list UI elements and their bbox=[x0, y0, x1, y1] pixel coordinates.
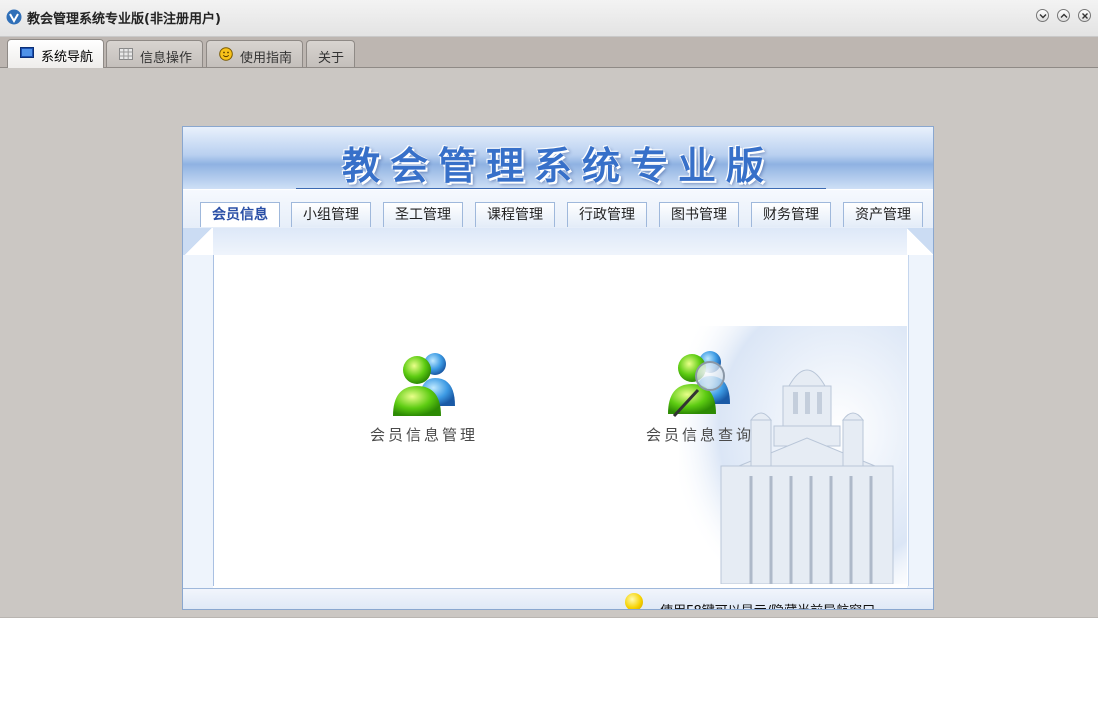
chevron-down-icon bbox=[1039, 14, 1047, 19]
close-icon bbox=[1082, 13, 1088, 19]
frame-side-right bbox=[907, 255, 933, 588]
module-nav: 会员信息 小组管理 圣工管理 课程管理 行政管理 图书管理 财务管理 资产管理 bbox=[183, 190, 933, 228]
nav-admin-mgmt[interactable]: 行政管理 bbox=[567, 202, 647, 227]
banner-divider bbox=[296, 188, 826, 189]
monitor-icon bbox=[20, 47, 34, 58]
app-window: 教会管理系统专业版(非注册用户) 系统导航 信息操作 使用指南 关于 教会管理系… bbox=[0, 0, 1098, 618]
nav-finance-mgmt[interactable]: 财务管理 bbox=[751, 202, 831, 227]
smiley-icon bbox=[219, 47, 233, 61]
chevron-up-icon bbox=[1060, 13, 1068, 18]
tab-about[interactable]: 关于 bbox=[306, 40, 355, 67]
tip-text: 使用F8键可以显示/隐藏当前导航窗口 bbox=[660, 600, 875, 609]
tab-info-ops[interactable]: 信息操作 bbox=[106, 40, 203, 67]
nav-group-mgmt[interactable]: 小组管理 bbox=[291, 202, 371, 227]
app-logo-icon bbox=[6, 9, 22, 25]
member-info-query-button[interactable]: 会员信息查询 bbox=[645, 346, 755, 445]
feature-label: 会员信息查询 bbox=[645, 426, 754, 444]
banner: 教会管理系统专业版 bbox=[183, 127, 933, 189]
maximize-button[interactable] bbox=[1057, 9, 1070, 22]
members-icon bbox=[393, 353, 455, 416]
main-tab-strip: 系统导航 信息操作 使用指南 关于 bbox=[0, 37, 1098, 69]
grid-icon bbox=[119, 48, 133, 60]
title-bar: 教会管理系统专业版(非注册用户) bbox=[0, 0, 1098, 37]
lightbulb-icon bbox=[625, 593, 643, 609]
nav-ministry-mgmt[interactable]: 圣工管理 bbox=[383, 202, 463, 227]
tab-label: 信息操作 bbox=[140, 51, 193, 66]
tab-system-nav[interactable]: 系统导航 bbox=[7, 39, 104, 69]
minimize-button[interactable] bbox=[1036, 9, 1049, 22]
navigation-panel: 教会管理系统专业版 会员信息 小组管理 圣工管理 课程管理 行政管理 图书管理 … bbox=[182, 126, 934, 610]
tab-label: 使用指南 bbox=[240, 51, 293, 66]
tab-label: 关于 bbox=[318, 51, 345, 66]
nav-course-mgmt[interactable]: 课程管理 bbox=[475, 202, 555, 227]
tab-user-guide[interactable]: 使用指南 bbox=[206, 40, 303, 67]
frame-corner-right bbox=[907, 228, 933, 255]
app-title: 教会管理系统专业版 bbox=[341, 144, 774, 188]
members-search-icon bbox=[668, 351, 730, 418]
tip-bar: 使用F8键可以显示/隐藏当前导航窗口 bbox=[183, 588, 933, 609]
nav-member-info[interactable]: 会员信息 bbox=[200, 202, 280, 227]
close-button[interactable] bbox=[1078, 9, 1091, 22]
nav-asset-mgmt[interactable]: 资产管理 bbox=[843, 202, 923, 227]
window-title: 教会管理系统专业版(非注册用户) bbox=[27, 12, 221, 27]
tab-label: 系统导航 bbox=[41, 50, 94, 65]
frame-side-left bbox=[183, 255, 213, 588]
module-content: 会员信息管理 会员信息查询 bbox=[183, 228, 933, 588]
frame-corner-left bbox=[183, 228, 213, 255]
feature-label: 会员信息管理 bbox=[369, 426, 478, 444]
nav-library-mgmt[interactable]: 图书管理 bbox=[659, 202, 739, 227]
member-info-manage-button[interactable]: 会员信息管理 bbox=[369, 348, 479, 445]
